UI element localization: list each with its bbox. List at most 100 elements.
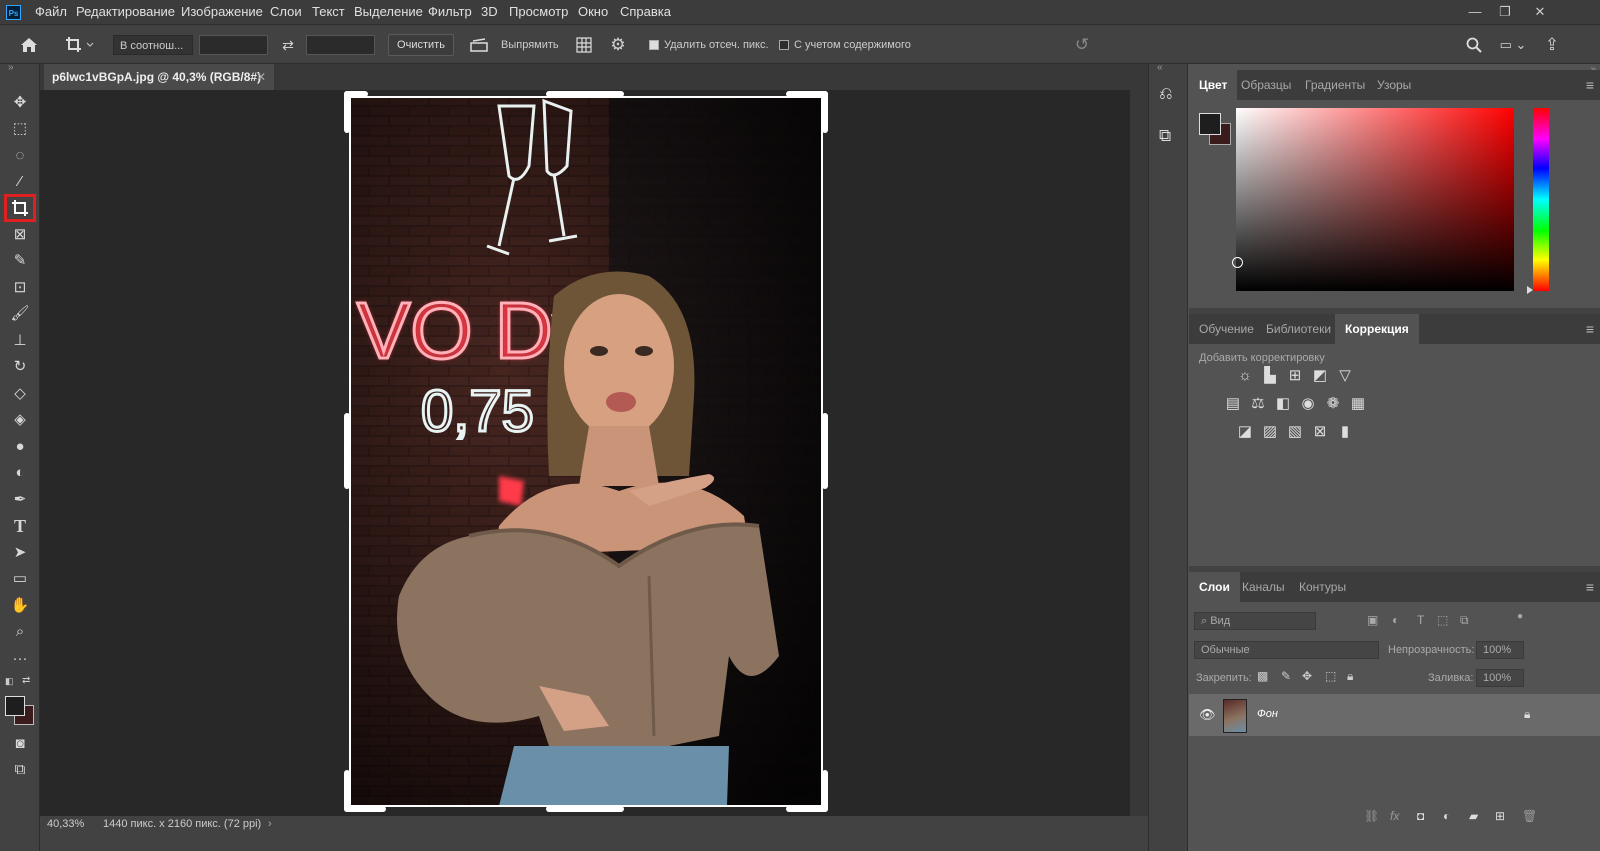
swap-dimensions-icon[interactable]: ⇄ <box>276 25 300 65</box>
lock-image-icon[interactable]: ✎ <box>1281 669 1291 683</box>
magic-wand-tool-icon[interactable]: ⁄ <box>6 170 34 194</box>
levels-icon[interactable]: ▙ <box>1260 366 1280 386</box>
menu-help[interactable]: Справка <box>620 0 671 24</box>
grid-overlay-icon[interactable] <box>573 25 595 65</box>
eraser-tool-icon[interactable]: ◇ <box>6 382 34 406</box>
straighten-label[interactable]: Выпрямить <box>501 25 559 65</box>
color-fg-swatch[interactable] <box>1199 113 1221 135</box>
layers-panel-menu-icon[interactable]: ≡ <box>1586 572 1594 602</box>
menu-text[interactable]: Текст <box>312 0 345 24</box>
vibrance-icon[interactable]: ▽ <box>1335 366 1355 386</box>
menu-window[interactable]: Окно <box>578 0 608 24</box>
layer-name[interactable]: Фон <box>1257 708 1278 720</box>
color-field[interactable] <box>1236 108 1514 291</box>
new-group-icon[interactable]: ▰ <box>1469 809 1478 823</box>
exposure-icon[interactable]: ◩ <box>1310 366 1330 386</box>
tab-libraries[interactable]: Библиотеки <box>1256 314 1341 344</box>
adjust-panel-menu-icon[interactable]: ≡ <box>1586 314 1594 344</box>
menu-layers[interactable]: Слои <box>270 0 302 24</box>
type-tool-icon[interactable]: T <box>6 514 34 538</box>
menu-filter[interactable]: Фильтр <box>428 0 472 24</box>
restore-button[interactable]: ❐ <box>1490 2 1520 22</box>
path-selection-tool-icon[interactable]: ➤ <box>6 541 34 565</box>
rectangle-tool-icon[interactable]: ▭ <box>6 567 34 591</box>
posterize-icon[interactable]: ▨ <box>1260 422 1280 442</box>
selective-color-icon[interactable]: ⊠ <box>1310 422 1330 442</box>
delete-cropped-checkbox[interactable] <box>649 40 659 50</box>
zoom-level[interactable]: 40,33% <box>47 818 84 830</box>
crop-handle-bl-h[interactable] <box>344 806 386 812</box>
photo-filter-icon[interactable]: ◉ <box>1298 394 1318 414</box>
curves-icon[interactable]: ⊞ <box>1285 366 1305 386</box>
straighten-icon[interactable] <box>467 25 491 65</box>
crop-handle-tl-v[interactable] <box>344 91 350 133</box>
home-icon[interactable] <box>16 25 42 65</box>
eye-icon[interactable]: 👁︎ <box>1199 707 1216 723</box>
paint-bucket-tool-icon[interactable]: ◈ <box>6 408 34 432</box>
healing-brush-tool-icon[interactable]: ⊡ <box>6 276 34 300</box>
history-panel-icon[interactable]: ⎌ <box>1159 84 1173 104</box>
crop-handle-top[interactable] <box>546 91 624 97</box>
clear-button[interactable]: Очистить <box>388 34 454 56</box>
filter-pixel-icon[interactable]: ▣ <box>1367 613 1378 627</box>
tab-channels[interactable]: Каналы <box>1232 572 1295 602</box>
more-tools-icon[interactable]: ··· <box>6 647 34 671</box>
foreground-color-swatch[interactable] <box>5 696 25 716</box>
share-icon[interactable]: ⇪ <box>1540 25 1564 65</box>
invert-icon[interactable]: ◪ <box>1235 422 1255 442</box>
hand-tool-icon[interactable]: ✋ <box>6 594 34 618</box>
tab-gradients[interactable]: Градиенты <box>1295 70 1375 100</box>
ratio-select[interactable]: В соотнош... <box>113 35 193 55</box>
swap-colors-icon[interactable]: ⇄ <box>22 675 30 686</box>
lock-artboard-icon[interactable]: ⬚ <box>1325 669 1336 683</box>
gradient-map-icon[interactable]: ▮ <box>1335 422 1355 442</box>
cancel-crop-icon[interactable]: ↺ <box>1070 25 1094 65</box>
menu-image[interactable]: Изображение <box>181 0 263 24</box>
blend-mode-select[interactable]: Обычные <box>1194 641 1379 659</box>
filter-smart-object-icon[interactable]: ⧉ <box>1460 613 1469 628</box>
crop-handle-left[interactable] <box>344 413 350 489</box>
move-tool-icon[interactable]: ✥ <box>6 91 34 115</box>
new-adjustment-icon[interactable]: ◐ <box>1443 809 1450 823</box>
brightness-icon[interactable]: ☼ <box>1235 366 1255 386</box>
lock-transparent-icon[interactable]: ▩ <box>1257 669 1268 683</box>
delete-cropped-label[interactable]: Удалить отсеч. пикс. <box>664 25 769 65</box>
opacity-input[interactable]: 100% <box>1476 641 1524 659</box>
new-layer-icon[interactable]: ⊞ <box>1495 809 1505 823</box>
eyedropper-tool-icon[interactable]: ✎ <box>6 249 34 273</box>
brush-tool-icon[interactable]: 🖌 <box>6 302 34 326</box>
menu-3d[interactable]: 3D <box>481 0 498 24</box>
content-aware-checkbox[interactable] <box>779 40 789 50</box>
filter-toggle-icon[interactable]: ● <box>1517 611 1523 622</box>
content-aware-label[interactable]: С учетом содержимого <box>794 25 911 65</box>
status-expand-icon[interactable]: › <box>268 818 272 830</box>
zoom-tool-icon[interactable]: ⌕ <box>6 620 34 644</box>
crop-tool-icon[interactable] <box>4 194 36 222</box>
crop-height-input[interactable] <box>306 35 375 55</box>
channel-mixer-icon[interactable]: ❁ <box>1323 394 1343 414</box>
collapse-strip-icon[interactable]: « <box>1157 62 1163 73</box>
tab-adjustments[interactable]: Коррекция <box>1335 314 1419 344</box>
hue-slider-marker[interactable] <box>1527 286 1533 294</box>
menu-select[interactable]: Выделение <box>354 0 423 24</box>
crop-frame[interactable] <box>344 91 828 812</box>
document-dimensions[interactable]: 1440 пикс. x 2160 пикс. (72 ppi) <box>103 818 261 830</box>
link-layers-icon[interactable]: ⛓ <box>1364 809 1379 823</box>
lock-position-icon[interactable]: ✥ <box>1302 669 1312 683</box>
layer-lock-icon[interactable]: 🔒︎ <box>1524 707 1530 722</box>
color-lookup-icon[interactable]: ▦ <box>1348 394 1368 414</box>
menu-view[interactable]: Просмотр <box>509 0 568 24</box>
properties-panel-icon[interactable]: ⧉ <box>1159 126 1171 146</box>
workspace-icon[interactable]: ▭ ⌄ <box>1493 25 1533 65</box>
frame-tool-icon[interactable]: ⊠ <box>6 223 34 247</box>
tab-patterns[interactable]: Узоры <box>1367 70 1421 100</box>
black-white-icon[interactable]: ◧ <box>1273 394 1293 414</box>
layer-filter-select[interactable]: ⌕ Вид <box>1194 612 1316 630</box>
tab-paths[interactable]: Контуры <box>1289 572 1356 602</box>
filter-adjustment-icon[interactable]: ◐ <box>1392 613 1399 627</box>
crop-handle-right[interactable] <box>822 413 828 489</box>
document-tab[interactable]: p6lwc1vBGpA.jpg @ 40,3% (RGB/8#) ✕ <box>44 64 274 90</box>
default-colors-icon[interactable]: ◧ <box>5 676 14 687</box>
crop-handle-bottom[interactable] <box>546 806 624 812</box>
stamp-tool-icon[interactable]: ⊥ <box>6 329 34 353</box>
